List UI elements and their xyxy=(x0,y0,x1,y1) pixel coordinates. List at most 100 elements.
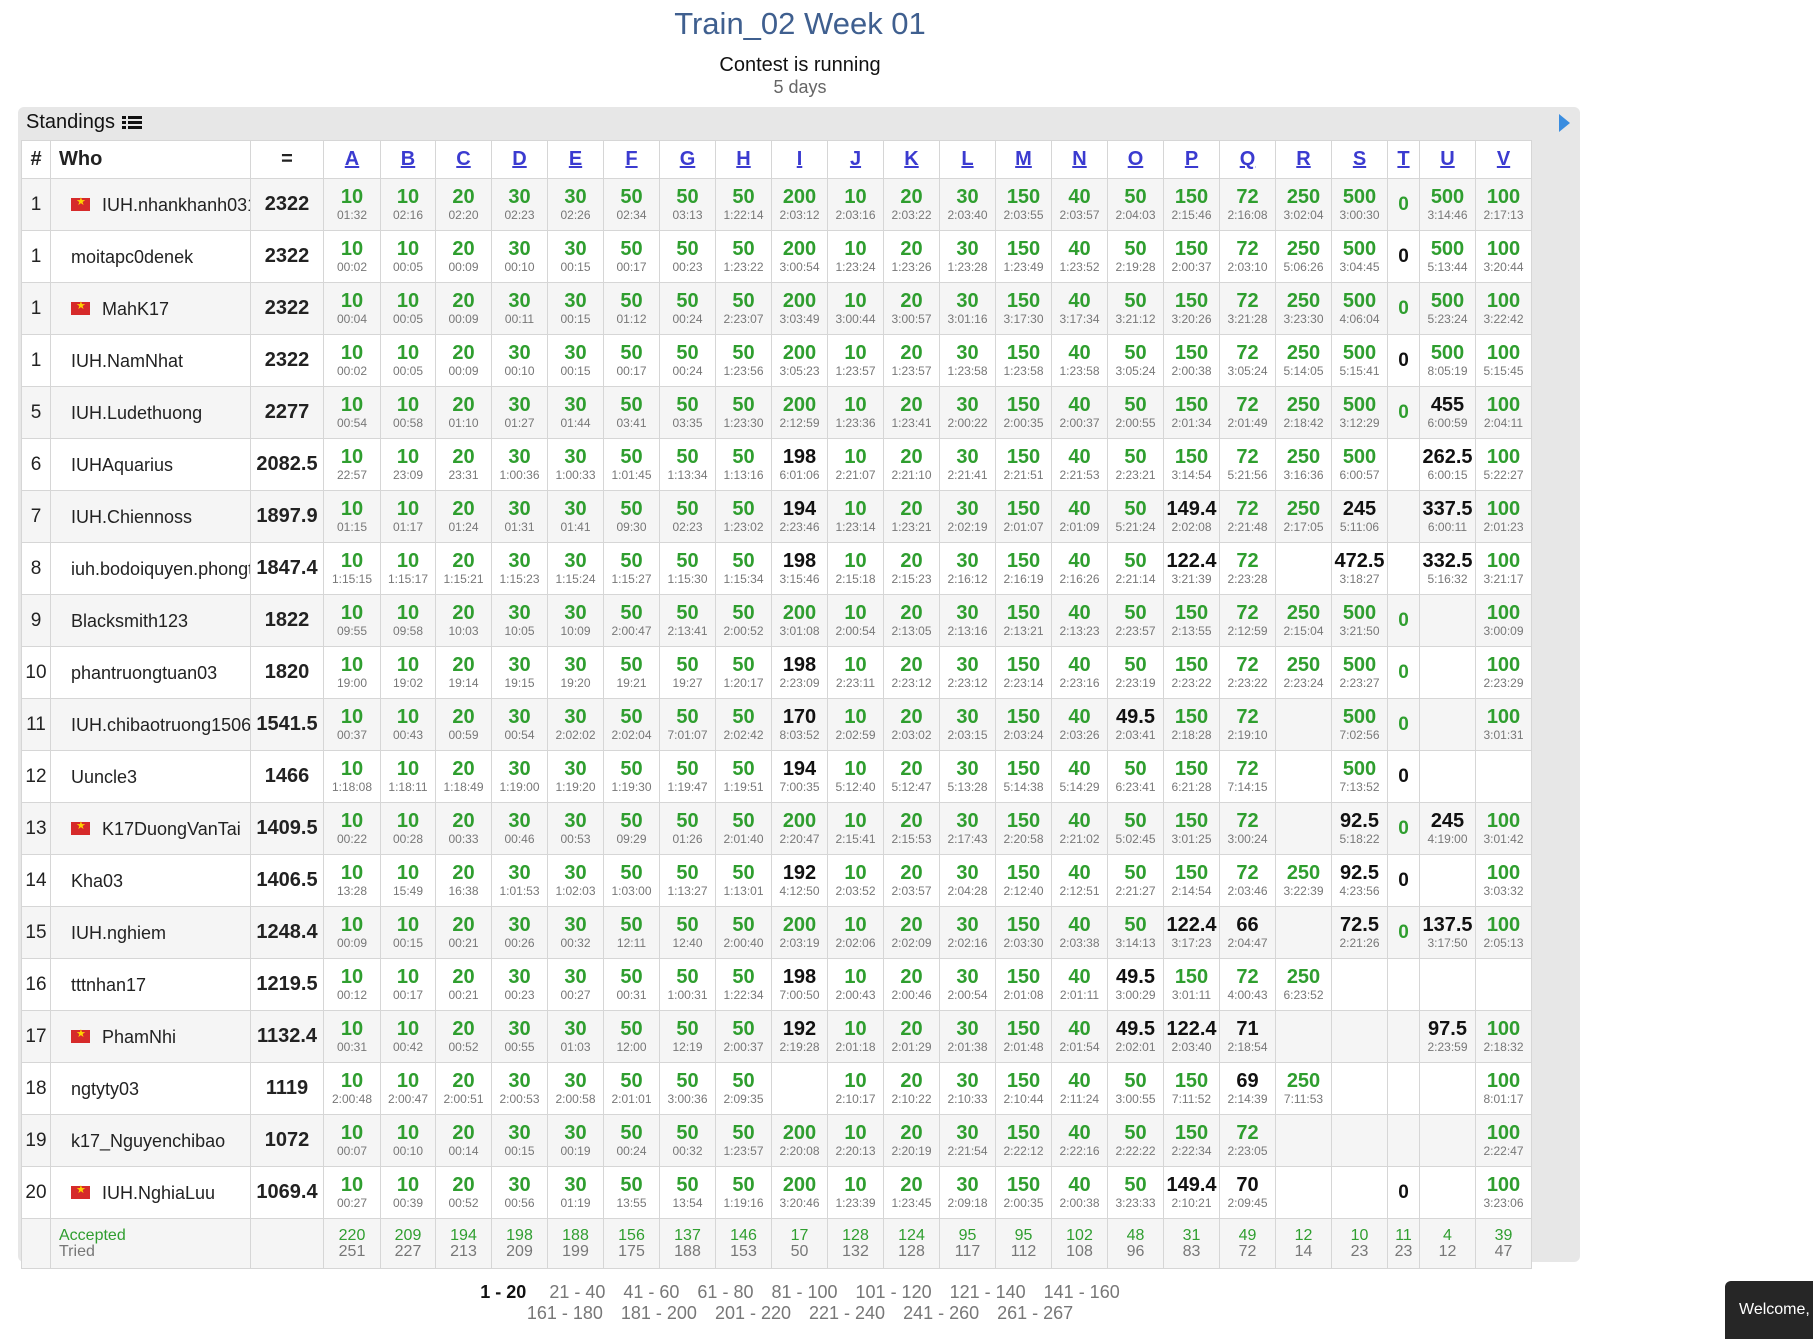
problem-cell[interactable]: 30 00:11 xyxy=(491,282,548,335)
problem-cell[interactable]: 150 2:21:51 xyxy=(995,438,1052,491)
problem-cell[interactable]: 150 2:00:38 xyxy=(1163,334,1220,387)
problem-cell[interactable]: 50 2:00:47 xyxy=(603,594,660,647)
problem-cell[interactable]: 50 12:19 xyxy=(659,1010,716,1063)
problem-cell[interactable] xyxy=(1331,958,1388,1011)
problem-cell[interactable]: 50 12:11 xyxy=(603,906,660,959)
page-link[interactable]: 201 - 220 xyxy=(715,1303,791,1323)
problem-cell[interactable]: 50 1:23:57 xyxy=(715,1114,772,1167)
problem-cell[interactable]: 72 2:23:05 xyxy=(1219,1114,1276,1167)
problem-cell[interactable]: 20 00:09 xyxy=(435,230,492,283)
problem-cell[interactable]: 50 1:15:27 xyxy=(603,542,660,595)
problem-cell[interactable]: 30 2:02:02 xyxy=(547,698,604,751)
problem-cell[interactable]: 150 2:01:08 xyxy=(995,958,1052,1011)
problem-cell[interactable]: 50 2:19:28 xyxy=(1107,230,1164,283)
problem-cell[interactable]: 30 2:00:22 xyxy=(939,386,996,439)
team-name[interactable]: Kha03 xyxy=(71,870,123,890)
problem-cell[interactable]: 250 7:11:53 xyxy=(1275,1062,1332,1115)
problem-cell[interactable]: 150 2:00:35 xyxy=(995,1166,1052,1219)
problem-cell[interactable]: 50 01:12 xyxy=(603,282,660,335)
team-name[interactable]: IUH.NghiaLuu xyxy=(102,1182,215,1202)
problem-cell[interactable]: 20 16:38 xyxy=(435,854,492,907)
problem-cell[interactable]: 10 00:58 xyxy=(380,386,436,439)
problem-cell[interactable]: 20 10:03 xyxy=(435,594,492,647)
problem-cell[interactable]: 10 2:15:41 xyxy=(827,802,884,855)
problem-cell[interactable]: 0 xyxy=(1387,230,1420,283)
problem-cell[interactable]: 40 2:01:09 xyxy=(1051,490,1108,543)
problem-cell[interactable]: 20 1:23:57 xyxy=(883,334,940,387)
problem-cell[interactable]: 20 00:52 xyxy=(435,1010,492,1063)
problem-cell[interactable]: 500 3:12:29 xyxy=(1331,386,1388,439)
problem-cell[interactable]: 150 3:01:25 xyxy=(1163,802,1220,855)
problem-cell[interactable]: 50 2:21:14 xyxy=(1107,542,1164,595)
problem-cell[interactable]: 50 09:29 xyxy=(603,802,660,855)
problem-cell[interactable] xyxy=(1331,1114,1388,1167)
problem-cell[interactable]: 200 2:20:08 xyxy=(771,1114,828,1167)
problem-cell[interactable]: 50 1:01:45 xyxy=(603,438,660,491)
problem-cell[interactable]: 100 2:18:32 xyxy=(1475,1010,1532,1063)
problem-cell[interactable]: 30 2:21:41 xyxy=(939,438,996,491)
problem-cell[interactable]: 0 xyxy=(1387,854,1420,907)
problem-cell[interactable]: 50 1:15:30 xyxy=(659,542,716,595)
problem-cell[interactable]: 10 5:12:40 xyxy=(827,750,884,803)
problem-cell[interactable]: 72 3:21:28 xyxy=(1219,282,1276,335)
problem-cell[interactable]: 150 2:01:48 xyxy=(995,1010,1052,1063)
problem-cell[interactable]: 30 1:19:00 xyxy=(491,750,548,803)
problem-cell[interactable]: 10 00:15 xyxy=(380,906,436,959)
team-name[interactable]: iuh.bodoiquyen.phongtran xyxy=(71,558,250,578)
problem-cell[interactable]: 10 00:39 xyxy=(380,1166,436,1219)
page-link[interactable]: 241 - 260 xyxy=(903,1303,979,1323)
problem-cell[interactable]: 50 00:24 xyxy=(659,334,716,387)
problem-cell[interactable]: 30 00:15 xyxy=(547,334,604,387)
problem-cell[interactable]: 10 00:42 xyxy=(380,1010,436,1063)
problem-cell[interactable]: 30 00:46 xyxy=(491,802,548,855)
page-link[interactable]: 141 - 160 xyxy=(1044,1282,1120,1302)
problem-cell[interactable]: 50 19:27 xyxy=(659,646,716,699)
problem-cell[interactable]: 30 2:00:58 xyxy=(547,1062,604,1115)
problem-cell[interactable]: 30 10:05 xyxy=(491,594,548,647)
problem-cell[interactable]: 50 2:00:40 xyxy=(715,906,772,959)
problem-cell[interactable]: 50 2:02:04 xyxy=(603,698,660,751)
problem-cell[interactable] xyxy=(1419,1114,1476,1167)
problem-cell[interactable]: 0 xyxy=(1387,594,1420,647)
problem-cell[interactable]: 30 01:03 xyxy=(547,1010,604,1063)
problem-cell[interactable]: 92.5 4:23:56 xyxy=(1331,854,1388,907)
problem-cell[interactable]: 30 00:54 xyxy=(491,698,548,751)
problem-cell[interactable]: 100 3:03:32 xyxy=(1475,854,1532,907)
problem-cell[interactable]: 10 2:10:17 xyxy=(827,1062,884,1115)
problem-cell[interactable]: 10 00:43 xyxy=(380,698,436,751)
problem-cell[interactable] xyxy=(1475,750,1532,803)
problem-cell[interactable]: 10 1:18:08 xyxy=(323,750,381,803)
team-name[interactable]: IUH.nhankhanh031 xyxy=(102,194,250,214)
problem-cell[interactable]: 150 6:21:28 xyxy=(1163,750,1220,803)
problem-cell[interactable]: 40 2:01:54 xyxy=(1051,1010,1108,1063)
problem-cell[interactable]: 30 00:26 xyxy=(491,906,548,959)
problem-cell[interactable]: 20 2:00:51 xyxy=(435,1062,492,1115)
problem-cell[interactable]: 137.5 3:17:50 xyxy=(1419,906,1476,959)
problem-cell[interactable]: 10 00:54 xyxy=(323,386,381,439)
problem-cell[interactable]: 50 00:24 xyxy=(603,1114,660,1167)
team-name[interactable]: tttnhan17 xyxy=(71,974,146,994)
problem-cell[interactable]: 50 00:23 xyxy=(659,230,716,283)
problem-cell[interactable]: 50 1:20:17 xyxy=(715,646,772,699)
problem-cell[interactable]: 10 00:10 xyxy=(380,1114,436,1167)
problem-cell[interactable]: 40 1:23:58 xyxy=(1051,334,1108,387)
problem-cell[interactable]: 0 xyxy=(1387,334,1420,387)
problem-cell[interactable]: 20 2:01:29 xyxy=(883,1010,940,1063)
problem-cell[interactable]: 50 2:23:57 xyxy=(1107,594,1164,647)
problem-cell[interactable]: 72 2:03:46 xyxy=(1219,854,1276,907)
team-name[interactable]: phantruongtuan03 xyxy=(71,662,217,682)
problem-cell[interactable]: 100 5:15:45 xyxy=(1475,334,1532,387)
problem-cell[interactable]: 40 2:03:57 xyxy=(1051,178,1108,231)
problem-cell[interactable]: 30 00:55 xyxy=(491,1010,548,1063)
problem-cell[interactable]: 72 3:05:24 xyxy=(1219,334,1276,387)
problem-cell[interactable]: 30 2:03:15 xyxy=(939,698,996,751)
problem-cell[interactable]: 20 2:15:23 xyxy=(883,542,940,595)
problem-cell[interactable]: 122.4 3:17:23 xyxy=(1163,906,1220,959)
team-name[interactable]: Blacksmith123 xyxy=(71,610,188,630)
problem-link[interactable]: C xyxy=(456,148,470,170)
problem-cell[interactable]: 72 3:00:24 xyxy=(1219,802,1276,855)
problem-cell[interactable]: 30 01:31 xyxy=(491,490,548,543)
problem-cell[interactable]: 100 3:23:06 xyxy=(1475,1166,1532,1219)
list-icon[interactable] xyxy=(121,115,142,131)
problem-cell[interactable]: 200 3:01:08 xyxy=(771,594,828,647)
